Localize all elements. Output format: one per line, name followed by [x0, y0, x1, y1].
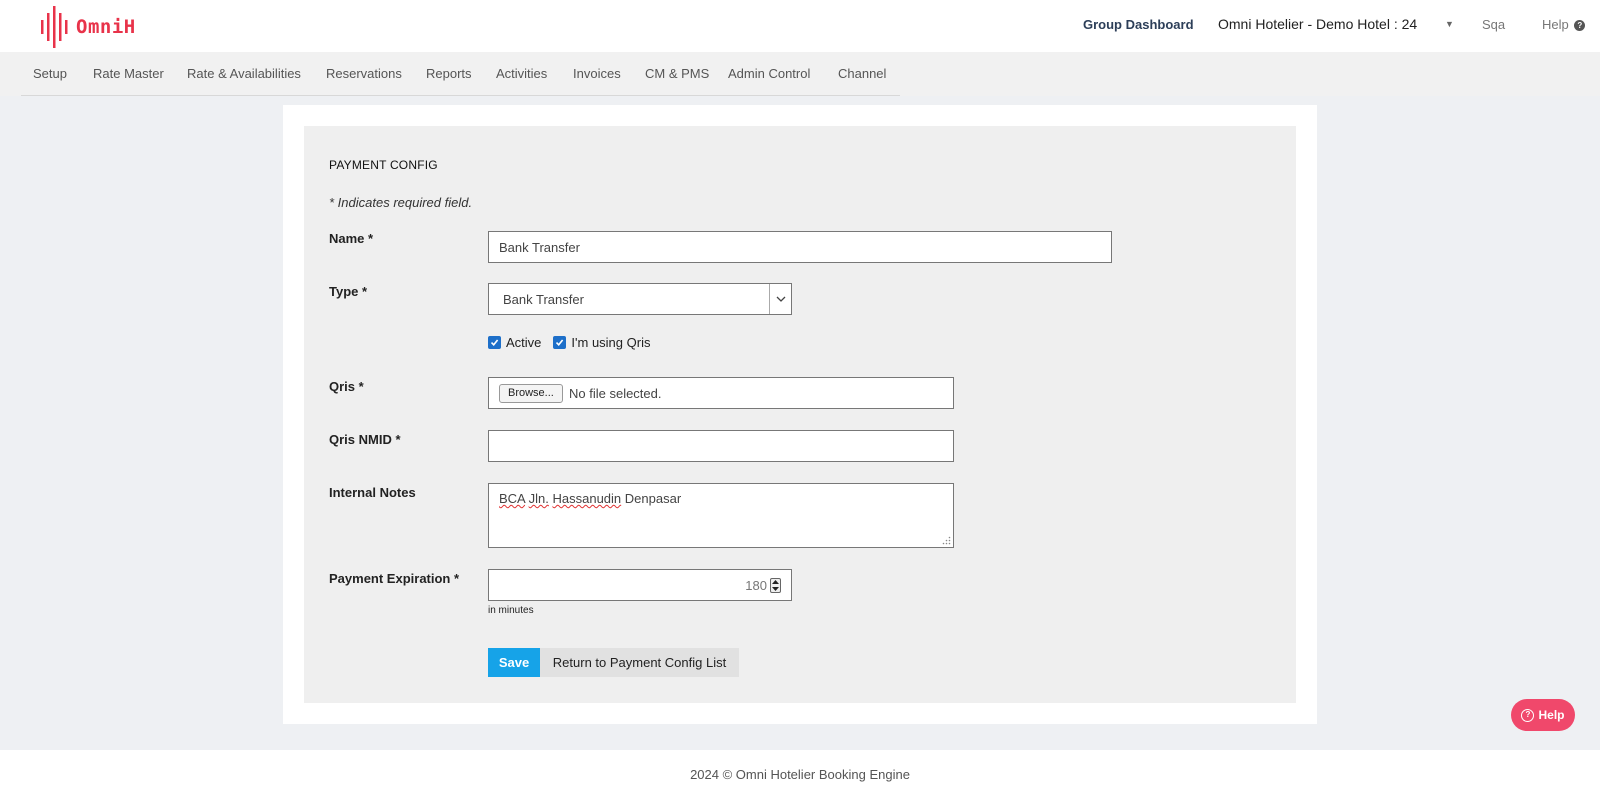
save-button[interactable]: Save	[488, 648, 540, 677]
resize-grip-icon[interactable]	[942, 536, 951, 545]
notes-word: Denpasar	[624, 491, 682, 506]
browse-button[interactable]: Browse...	[499, 384, 563, 403]
notes-word: Jln.	[528, 491, 549, 506]
group-dashboard-link[interactable]: Group Dashboard	[1083, 17, 1194, 32]
number-spinner-icon[interactable]	[770, 578, 781, 593]
active-label: Active	[506, 335, 542, 350]
nav-item-reservations[interactable]: Reservations	[326, 66, 402, 81]
hotel-selector[interactable]: Omni Hotelier - Demo Hotel : 24	[1218, 16, 1417, 32]
user-menu[interactable]: Sqa	[1482, 17, 1505, 32]
qris-nmid-input[interactable]	[488, 430, 954, 462]
type-label: Type *	[329, 284, 368, 299]
check-icon	[490, 339, 499, 346]
nav-item-admin-control[interactable]: Admin Control	[728, 66, 810, 81]
notes-word: Hassanudin	[552, 491, 622, 506]
name-label: Name *	[329, 231, 374, 246]
omnih-logo[interactable]: OmniH	[40, 6, 136, 48]
help-float-button[interactable]: ? Help	[1511, 699, 1575, 731]
required-note: * Indicates required field.	[329, 195, 473, 210]
type-select[interactable]: Bank Transfer	[488, 283, 792, 315]
question-icon: ?	[1574, 20, 1586, 31]
question-circle-icon: ?	[1521, 708, 1535, 722]
page-title: PAYMENT CONFIG	[329, 158, 438, 172]
nav-item-cm-pms[interactable]: CM & PMS	[645, 66, 709, 81]
file-status: No file selected.	[569, 386, 662, 401]
qris-nmid-label: Qris NMID *	[329, 432, 401, 447]
nav-item-invoices[interactable]: Invoices	[573, 66, 621, 81]
payment-expiration-label: Payment Expiration *	[329, 571, 460, 586]
nav-item-channel[interactable]: Channel	[838, 66, 886, 81]
logo-bars-icon	[41, 6, 68, 48]
nav-item-rate-master[interactable]: Rate Master	[93, 66, 164, 81]
help-link[interactable]: Help ?	[1542, 17, 1586, 32]
active-checkbox[interactable]	[488, 336, 501, 349]
hotel-selector-caret-icon[interactable]: ▼	[1445, 19, 1454, 29]
using-qris-label: I'm using Qris	[571, 335, 651, 350]
nav-bar: Setup Rate Master Rate & Availabilities …	[21, 52, 900, 96]
name-input[interactable]	[488, 231, 1112, 263]
internal-notes-label: Internal Notes	[329, 485, 416, 500]
nav-item-setup[interactable]: Setup	[33, 66, 67, 81]
expiration-unit-hint: in minutes	[488, 605, 534, 616]
top-header: OmniH Group Dashboard Omni Hotelier - De…	[0, 0, 1600, 52]
notes-word: BCA	[499, 491, 526, 506]
nav-item-activities[interactable]: Activities	[496, 66, 547, 81]
nav-item-reports[interactable]: Reports	[426, 66, 472, 81]
nav-item-rate-availabilities[interactable]: Rate & Availabilities	[187, 66, 301, 81]
help-link-label: Help	[1542, 17, 1569, 32]
internal-notes-textarea[interactable]: BCA Jln. Hassanudin Denpasar	[488, 483, 954, 548]
footer: 2024 © Omni Hotelier Booking Engine	[0, 750, 1600, 800]
payment-expiration-value: 180	[745, 578, 767, 593]
payment-config-form: PAYMENT CONFIG * Indicates required fiel…	[304, 126, 1296, 703]
checkbox-row: Active I'm using Qris	[488, 335, 662, 350]
type-select-value: Bank Transfer	[503, 292, 584, 307]
main-nav: Setup Rate Master Rate & Availabilities …	[0, 52, 1600, 96]
check-icon	[556, 339, 564, 346]
payment-expiration-input[interactable]: 180	[488, 569, 792, 601]
help-float-label: Help	[1538, 708, 1565, 722]
qris-label: Qris *	[329, 379, 364, 394]
return-to-list-button[interactable]: Return to Payment Config List	[540, 648, 739, 677]
footer-copyright: 2024 © Omni Hotelier Booking Engine	[690, 767, 910, 782]
logo-text: OmniH	[76, 16, 136, 38]
chevron-down-icon[interactable]	[769, 284, 791, 314]
content-card: PAYMENT CONFIG * Indicates required fiel…	[283, 105, 1317, 724]
qris-file-input[interactable]: Browse... No file selected.	[488, 377, 954, 409]
using-qris-checkbox[interactable]	[553, 336, 567, 349]
